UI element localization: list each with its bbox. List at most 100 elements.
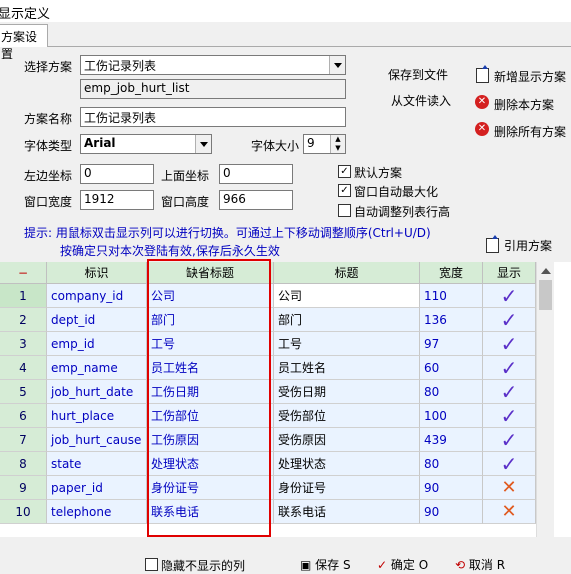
- row-number: 4: [0, 356, 47, 380]
- row-number: 2: [0, 308, 47, 332]
- table-name-field: emp_job_hurt_list: [80, 79, 346, 99]
- table-row[interactable]: 2 dept_id 部门 部门 136 ✓: [0, 308, 571, 332]
- delete-all-button[interactable]: 删除所有方案: [494, 123, 566, 140]
- cell-width[interactable]: 110: [420, 284, 483, 308]
- table-name-value: emp_job_hurt_list: [84, 81, 190, 95]
- cell-width[interactable]: 136: [420, 308, 483, 332]
- cell-show[interactable]: ✕: [483, 476, 536, 500]
- add-scheme-button[interactable]: 新增显示方案: [494, 68, 566, 85]
- tab-scheme-settings[interactable]: 方案设置: [0, 24, 48, 61]
- win-width-input[interactable]: 1912: [80, 190, 154, 210]
- chevron-down-icon[interactable]: [329, 56, 345, 74]
- table-row[interactable]: 1 company_id 公司 公司 110 ✓: [0, 284, 571, 308]
- cell-title[interactable]: 员工姓名: [274, 356, 420, 380]
- scheme-name-input[interactable]: 工伤记录列表: [80, 107, 346, 127]
- scheme-select[interactable]: 工伤记录列表: [80, 55, 346, 75]
- table-row[interactable]: 4 emp_name 员工姓名 员工姓名 60 ✓: [0, 356, 571, 380]
- win-height-label: 窗口高度: [161, 195, 210, 209]
- header-num[interactable]: −: [0, 262, 47, 284]
- check-icon: ✓: [500, 284, 518, 308]
- load-from-file-link[interactable]: 从文件读入: [391, 92, 451, 109]
- cell-show[interactable]: ✕: [483, 500, 536, 524]
- scroll-thumb[interactable]: [539, 280, 552, 310]
- font-type-select[interactable]: Arial: [80, 134, 212, 154]
- save-to-file-link[interactable]: 保存到文件: [388, 66, 448, 83]
- window-title: 显示定义: [0, 7, 51, 22]
- cell-id[interactable]: job_hurt_cause: [47, 428, 147, 452]
- cell-id[interactable]: hurt_place: [47, 404, 147, 428]
- win-height-input[interactable]: 966: [219, 190, 293, 210]
- header-id[interactable]: 标识: [47, 262, 147, 284]
- cell-show[interactable]: ✓: [483, 404, 536, 428]
- header-width[interactable]: 宽度: [420, 262, 483, 284]
- cell-show[interactable]: ✓: [483, 452, 536, 476]
- font-size-stepper[interactable]: 9 ▲ ▼: [303, 134, 346, 154]
- scroll-up-icon[interactable]: [541, 268, 551, 274]
- font-type-label: 字体类型: [24, 139, 73, 153]
- cell-show[interactable]: ✓: [483, 356, 536, 380]
- table-row[interactable]: 8 state 处理状态 处理状态 80 ✓: [0, 452, 571, 476]
- apply-scheme-button[interactable]: 引用方案: [504, 237, 552, 254]
- left-coord-input[interactable]: 0: [80, 164, 154, 184]
- table-row[interactable]: 6 hurt_place 工伤部位 受伤部位 100 ✓: [0, 404, 571, 428]
- cell-title[interactable]: 联系电话: [274, 500, 420, 524]
- cell-id[interactable]: emp_id: [47, 332, 147, 356]
- table-row[interactable]: 7 job_hurt_cause 工伤原因 受伤原因 439 ✓: [0, 428, 571, 452]
- cell-title[interactable]: 受伤原因: [274, 428, 420, 452]
- cell-show[interactable]: ✓: [483, 284, 536, 308]
- cell-width[interactable]: 60: [420, 356, 483, 380]
- check-icon: ✓: [500, 308, 518, 332]
- header-title[interactable]: 标题: [274, 262, 420, 284]
- win-width-label: 窗口宽度: [24, 195, 73, 209]
- top-coord-input[interactable]: 0: [219, 164, 293, 184]
- win-height-value: 966: [223, 192, 246, 206]
- cell-id[interactable]: emp_name: [47, 356, 147, 380]
- cell-show[interactable]: ✓: [483, 332, 536, 356]
- table-row[interactable]: 9 paper_id 身份证号 身份证号 90 ✕: [0, 476, 571, 500]
- cell-id[interactable]: dept_id: [47, 308, 147, 332]
- new-document-icon: [476, 65, 489, 83]
- cell-id[interactable]: job_hurt_date: [47, 380, 147, 404]
- cell-title[interactable]: 身份证号: [274, 476, 420, 500]
- check-icon: ✓: [500, 404, 518, 428]
- auto-row-height-checkbox[interactable]: [338, 204, 351, 217]
- cross-icon: ✕: [501, 501, 517, 522]
- row-number: 1: [0, 284, 47, 308]
- cell-width[interactable]: 90: [420, 476, 483, 500]
- cell-id[interactable]: company_id: [47, 284, 147, 308]
- cell-width[interactable]: 80: [420, 380, 483, 404]
- cell-show[interactable]: ✓: [483, 380, 536, 404]
- cell-width[interactable]: 90: [420, 500, 483, 524]
- maximize-checkbox[interactable]: ✓: [338, 184, 351, 197]
- cell-width[interactable]: 97: [420, 332, 483, 356]
- table-row[interactable]: 3 emp_id 工号 工号 97 ✓: [0, 332, 571, 356]
- columns-grid[interactable]: − 标识 缺省标题 标题 宽度 显示 1 company_id 公司 公司 110 ✓ 2 d…: [0, 262, 571, 565]
- cell-show[interactable]: ✓: [483, 428, 536, 452]
- cell-title[interactable]: 公司: [274, 284, 420, 308]
- cell-title[interactable]: 工号: [274, 332, 420, 356]
- cell-show[interactable]: ✓: [483, 308, 536, 332]
- table-row[interactable]: 5 job_hurt_date 工伤日期 受伤日期 80 ✓: [0, 380, 571, 404]
- chevron-down-icon[interactable]: [195, 135, 211, 153]
- default-scheme-checkbox[interactable]: ✓: [338, 165, 351, 178]
- cell-title[interactable]: 部门: [274, 308, 420, 332]
- cell-width[interactable]: 80: [420, 452, 483, 476]
- cell-width[interactable]: 100: [420, 404, 483, 428]
- vertical-scrollbar[interactable]: [536, 262, 554, 565]
- cell-title[interactable]: 受伤日期: [274, 380, 420, 404]
- cell-id[interactable]: telephone: [47, 500, 147, 524]
- delete-icon: ✕: [475, 95, 489, 109]
- cell-title[interactable]: 处理状态: [274, 452, 420, 476]
- table-row[interactable]: 10 telephone 联系电话 联系电话 90 ✕: [0, 500, 571, 524]
- cell-width[interactable]: 439: [420, 428, 483, 452]
- delete-scheme-button[interactable]: 删除本方案: [494, 96, 554, 113]
- cell-id[interactable]: paper_id: [47, 476, 147, 500]
- check-icon: ✓: [500, 428, 518, 452]
- row-number: 8: [0, 452, 47, 476]
- scheme-name-value: 工伤记录列表: [84, 111, 157, 125]
- spin-arrows-icon[interactable]: ▲ ▼: [330, 135, 345, 153]
- cell-title[interactable]: 受伤部位: [274, 404, 420, 428]
- header-show[interactable]: 显示: [483, 262, 536, 284]
- bottom-bar: 隐藏不显示的列 ▣ 保存 S ✓ 确定 O ⟲ 取消 R: [0, 537, 571, 573]
- cell-id[interactable]: state: [47, 452, 147, 476]
